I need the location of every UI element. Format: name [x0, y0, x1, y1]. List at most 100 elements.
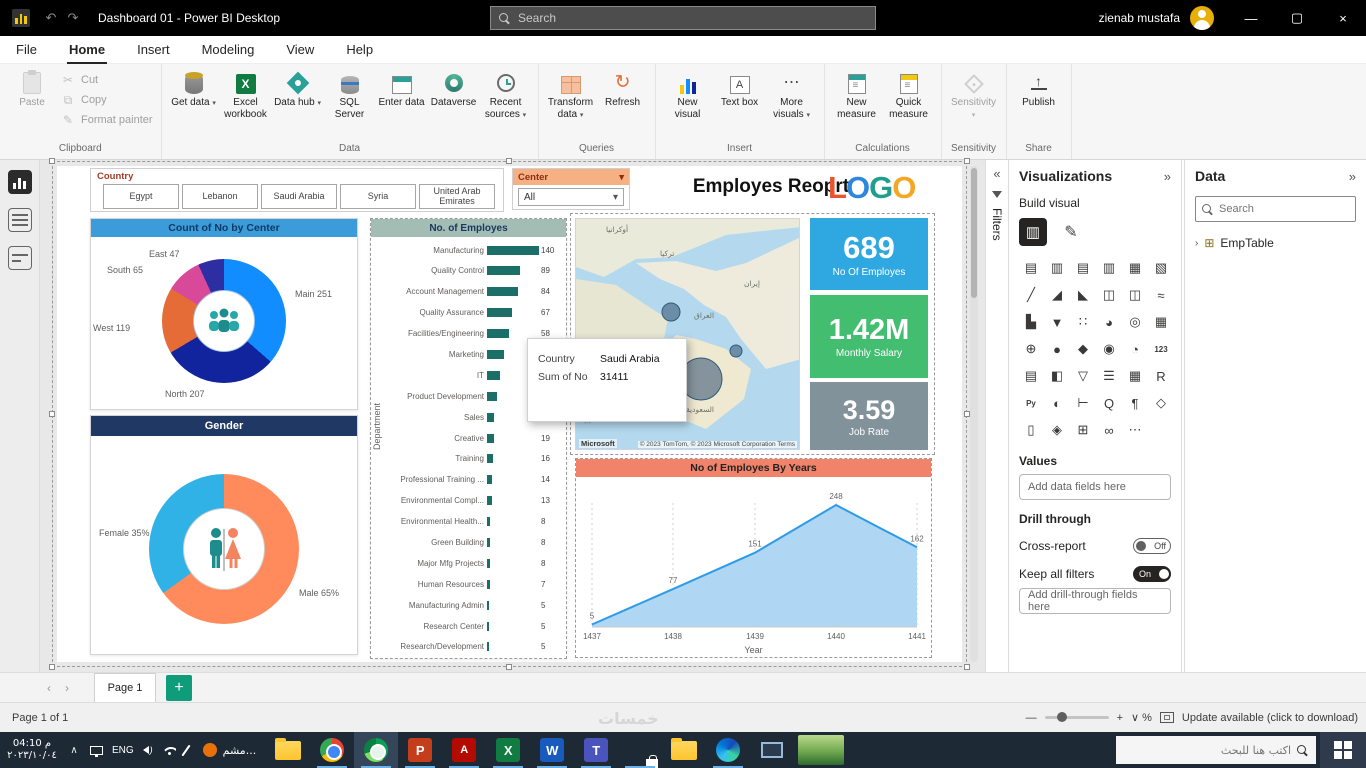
sql-server-button[interactable]: SQL Server — [326, 70, 374, 120]
resize-handle[interactable] — [964, 158, 970, 164]
visual-type-card-icon[interactable]: 123 — [1149, 337, 1173, 361]
visual-type-100-stacked-column-chart-icon[interactable]: ▧ — [1149, 256, 1173, 280]
visual-type-stacked-area-chart-icon[interactable]: ◣ — [1071, 283, 1095, 307]
acrobat-taskbar-icon[interactable]: A — [442, 732, 486, 768]
format-painter-button[interactable]: ✎ Format painter — [60, 112, 153, 128]
bar-row[interactable]: Manufacturing 140 — [383, 243, 563, 257]
menu-modeling[interactable]: Modeling — [186, 36, 271, 64]
menu-file[interactable]: File — [0, 36, 53, 64]
chevron-down-icon[interactable]: ▾ — [619, 172, 624, 183]
visual-type-ribbon-chart-icon[interactable]: ≈ — [1149, 283, 1173, 307]
data-search-input[interactable] — [1219, 203, 1349, 215]
page-tab[interactable]: Page 1 — [94, 673, 156, 702]
menu-home[interactable]: Home — [53, 36, 121, 64]
bar-row[interactable]: Quality Assurance 67 — [383, 306, 563, 320]
map-attribution[interactable]: © 2023 TomTom, © 2023 Microsoft Corporat… — [637, 441, 797, 448]
pen-icon[interactable] — [181, 732, 191, 768]
photo-thumbnail[interactable] — [798, 735, 845, 765]
canvas-scrollbar[interactable] — [970, 166, 978, 662]
close-button[interactable]: × — [1320, 0, 1366, 36]
keep-all-filters-toggle[interactable]: On — [1133, 566, 1171, 582]
sensitivity-button[interactable]: Sensitivity ▾ — [950, 70, 998, 120]
report-view-button[interactable] — [7, 170, 32, 194]
zoom-slider[interactable] — [1044, 712, 1109, 722]
years-area-chart[interactable]: No of Employes By Years 5 77 151 248 162 1437… — [575, 458, 932, 658]
powerpoint-taskbar-icon[interactable]: P — [398, 732, 442, 768]
visual-type-line-stacked-column-chart-icon[interactable]: ◫ — [1097, 283, 1121, 307]
titlebar-search[interactable] — [490, 6, 876, 30]
running-app-label[interactable]: مشم... — [193, 743, 267, 757]
visual-type-python-script-icon[interactable]: Py — [1019, 391, 1043, 415]
values-field-well[interactable]: Add data fields here — [1019, 474, 1171, 500]
slicer-option[interactable]: Egypt — [103, 184, 179, 209]
bar-row[interactable]: Environmental Compl... 13 — [383, 494, 563, 508]
expand-icon[interactable]: « — [993, 166, 1000, 181]
visual-type-line-chart-icon[interactable]: ╱ — [1019, 283, 1043, 307]
gender-donut-chart[interactable]: Gender Male 65% Female 35% — [90, 415, 358, 655]
chevron-right-icon[interactable]: › — [1195, 238, 1198, 249]
data-hub-button[interactable]: Data hub ▾ — [274, 70, 322, 109]
network-icon[interactable] — [90, 732, 103, 768]
visual-type-clustered-bar-chart-icon[interactable]: ▤ — [1071, 256, 1095, 280]
visual-type-more-visuals-icon[interactable]: ⋯ — [1123, 418, 1147, 442]
table-view-button[interactable] — [7, 208, 32, 232]
clock[interactable]: 04:10 م ٢٠٢٣/١٠/٠٤ — [0, 738, 64, 763]
more-visuals-button[interactable]: ⋯ More visuals ▾ — [768, 70, 816, 120]
visual-type-stacked-bar-chart-icon[interactable]: ▤ — [1019, 256, 1043, 280]
copy-button[interactable]: ⧉ Copy — [60, 92, 153, 108]
center-dropdown[interactable]: All ▾ — [518, 188, 624, 206]
store-taskbar-icon[interactable] — [618, 732, 662, 768]
bar-row[interactable]: Manufacturing Admin 5 — [383, 598, 563, 612]
bar-row[interactable]: Professional Training ... 14 — [383, 473, 563, 487]
enter-data-button[interactable]: Enter data — [378, 70, 426, 109]
visual-type-table-icon[interactable]: ☰ — [1097, 364, 1121, 388]
visual-type-treemap-icon[interactable]: ▦ — [1149, 310, 1173, 334]
titlebar-search-input[interactable] — [518, 11, 867, 25]
task-view-taskbar-icon[interactable] — [750, 732, 794, 768]
visual-type-line-clustered-column-chart-icon[interactable]: ◫ — [1123, 283, 1147, 307]
new-visual-button[interactable]: New visual — [664, 70, 712, 120]
visual-type-stacked-column-chart-icon[interactable]: ▥ — [1045, 256, 1069, 280]
maximize-button[interactable]: ▢ — [1274, 0, 1320, 36]
redo-icon[interactable]: ↷ — [62, 10, 84, 26]
user-name[interactable]: zienab mustafa — [1099, 11, 1180, 25]
filters-pane-title[interactable]: Filters — [990, 208, 1004, 241]
visual-type-kpi-icon[interactable]: ◧ — [1045, 364, 1069, 388]
bar-row[interactable]: Environmental Health... 8 — [383, 515, 563, 529]
kpi-card-employees[interactable]: 689 No Of Employes — [810, 218, 928, 290]
text-box-button[interactable]: A Text box — [716, 70, 764, 109]
visual-type-power-apps-icon[interactable]: ⊞ — [1071, 418, 1095, 442]
visual-type-matrix-icon[interactable]: ▦ — [1123, 364, 1147, 388]
folder-taskbar-icon[interactable] — [266, 732, 310, 768]
drill-through-field-well[interactable]: Add drill-through fields here — [1019, 588, 1171, 614]
slicer-option[interactable]: Syria — [340, 184, 416, 209]
visual-type-arcgis-map-icon[interactable]: ◈ — [1045, 418, 1069, 442]
undo-icon[interactable]: ↶ — [40, 10, 62, 26]
user-avatar[interactable] — [1190, 6, 1214, 30]
zoom-percent[interactable]: ∨ % — [1131, 711, 1152, 724]
taskbar-search-input[interactable] — [1124, 743, 1291, 757]
zoom-in-icon[interactable]: + — [1117, 712, 1123, 724]
menu-view[interactable]: View — [270, 36, 330, 64]
visual-type-power-automate-icon[interactable]: ∞ — [1097, 418, 1121, 442]
resize-handle[interactable] — [49, 664, 55, 670]
bar-row[interactable]: Quality Control 89 — [383, 264, 563, 278]
tray-expand-icon[interactable]: ∧ — [64, 745, 84, 756]
visual-type-multi-row-card-icon[interactable]: ▤ — [1019, 364, 1043, 388]
visual-type-100-stacked-bar-chart-icon[interactable]: ▦ — [1123, 256, 1147, 280]
data-search[interactable] — [1195, 196, 1356, 222]
dataverse-button[interactable]: Dataverse — [430, 70, 478, 109]
visual-type-scatter-chart-icon[interactable]: ∷ — [1071, 310, 1095, 334]
paste-button[interactable]: Paste — [8, 70, 56, 109]
visual-type-filled-map-icon[interactable]: ● — [1045, 337, 1069, 361]
map-bubble[interactable] — [661, 302, 681, 322]
excel-workbook-button[interactable]: X Excel workbook — [222, 70, 270, 120]
slicer-option[interactable]: United Arab Emirates — [419, 184, 495, 209]
minimize-button[interactable]: — — [1228, 0, 1274, 36]
bar-row[interactable]: Training 16 — [383, 452, 563, 466]
department-bar-chart[interactable]: No. of Employes Department Manufacturing… — [370, 218, 567, 659]
chrome-alt-taskbar-icon[interactable] — [354, 732, 399, 768]
table-emptable[interactable]: › ⊞ EmpTable — [1195, 236, 1356, 250]
menu-help[interactable]: Help — [330, 36, 389, 64]
visual-type-qa-icon[interactable]: Q — [1097, 391, 1121, 415]
